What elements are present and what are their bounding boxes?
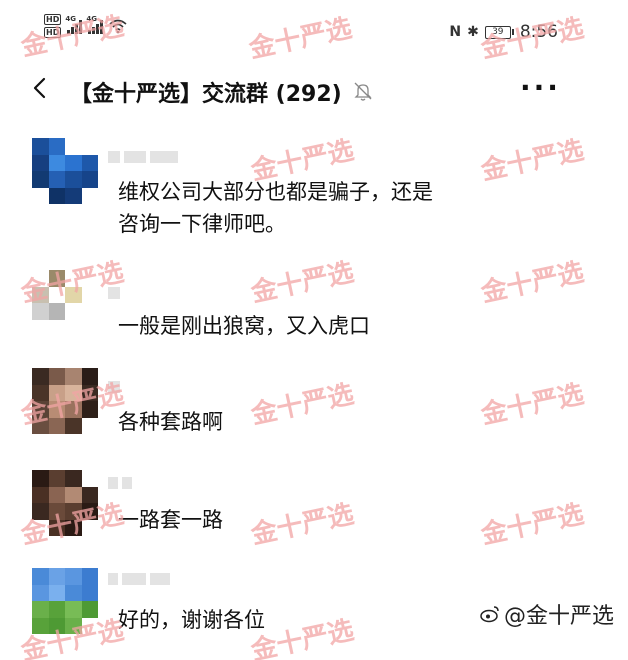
message-text: 好的，谢谢各位 <box>118 604 265 636</box>
brand-credit: @金十严选 <box>480 598 614 630</box>
message-line: 一路套一路 <box>118 508 223 532</box>
chat-header: 【金十严选】交流群 (292) ··· <box>0 68 628 112</box>
nfc-icon: N <box>449 24 462 40</box>
message-line: 好的，谢谢各位 <box>118 608 265 632</box>
avatar[interactable] <box>32 568 98 634</box>
more-options-button[interactable]: ··· <box>520 74 561 102</box>
status-bar: HD HD 4G 4G N ✱ 39 8:56 <box>0 0 628 58</box>
back-arrow-icon[interactable] <box>30 76 50 100</box>
signal-icon: 4G <box>86 15 104 34</box>
sender-name-blurred <box>108 476 132 490</box>
battery-level: 39 <box>484 25 511 39</box>
sender-name-blurred <box>108 286 120 300</box>
watermark: 金十严选 <box>478 499 587 551</box>
signal-icon: 4G <box>65 15 83 34</box>
message-text: 一路套一路 <box>118 504 223 536</box>
hd-icon: HD <box>44 14 62 25</box>
status-right: N ✱ 39 8:56 <box>449 22 558 42</box>
message-text: 各种套路啊 <box>118 406 223 438</box>
hd-indicators: HD HD <box>44 14 62 38</box>
weibo-icon <box>480 606 499 623</box>
bluetooth-icon: ✱ <box>467 24 479 40</box>
sender-name-blurred <box>108 572 170 586</box>
message-line: 咨询一下律师吧。 <box>118 212 286 236</box>
mute-bell-icon[interactable] <box>352 80 374 102</box>
network-type-label: 4G <box>86 15 97 23</box>
watermark: 金十严选 <box>248 379 357 431</box>
watermark: 金十严选 <box>248 257 357 309</box>
brand-text: @金十严选 <box>503 604 614 629</box>
message-line: 各种套路啊 <box>118 410 223 434</box>
clock: 8:56 <box>519 22 558 42</box>
avatar[interactable] <box>32 368 98 434</box>
avatar[interactable] <box>32 138 98 204</box>
watermark: 金十严选 <box>478 379 587 431</box>
message-text: 一般是刚出狼窝，又入虎口 <box>118 310 370 342</box>
message-line: 维权公司大部分也都是骗子，还是 <box>118 180 433 204</box>
status-left: HD HD 4G 4G <box>44 14 127 38</box>
sender-name-blurred <box>108 380 120 394</box>
watermark: 金十严选 <box>248 499 357 551</box>
sender-name-blurred <box>108 150 178 164</box>
group-title: 【金十严选】交流群 (292) <box>70 82 342 107</box>
watermark: 金十严选 <box>478 135 587 187</box>
network-type-label: 4G <box>65 15 76 23</box>
avatar[interactable] <box>32 270 98 336</box>
wifi-icon <box>109 19 127 34</box>
watermark: 金十严选 <box>478 257 587 309</box>
hd-icon: HD <box>44 27 62 38</box>
message-text: 维权公司大部分也都是骗子，还是 咨询一下律师吧。 <box>118 176 433 240</box>
battery-icon: 39 <box>484 25 514 39</box>
avatar[interactable] <box>32 470 98 536</box>
message-line: 一般是刚出狼窝，又入虎口 <box>118 314 370 338</box>
